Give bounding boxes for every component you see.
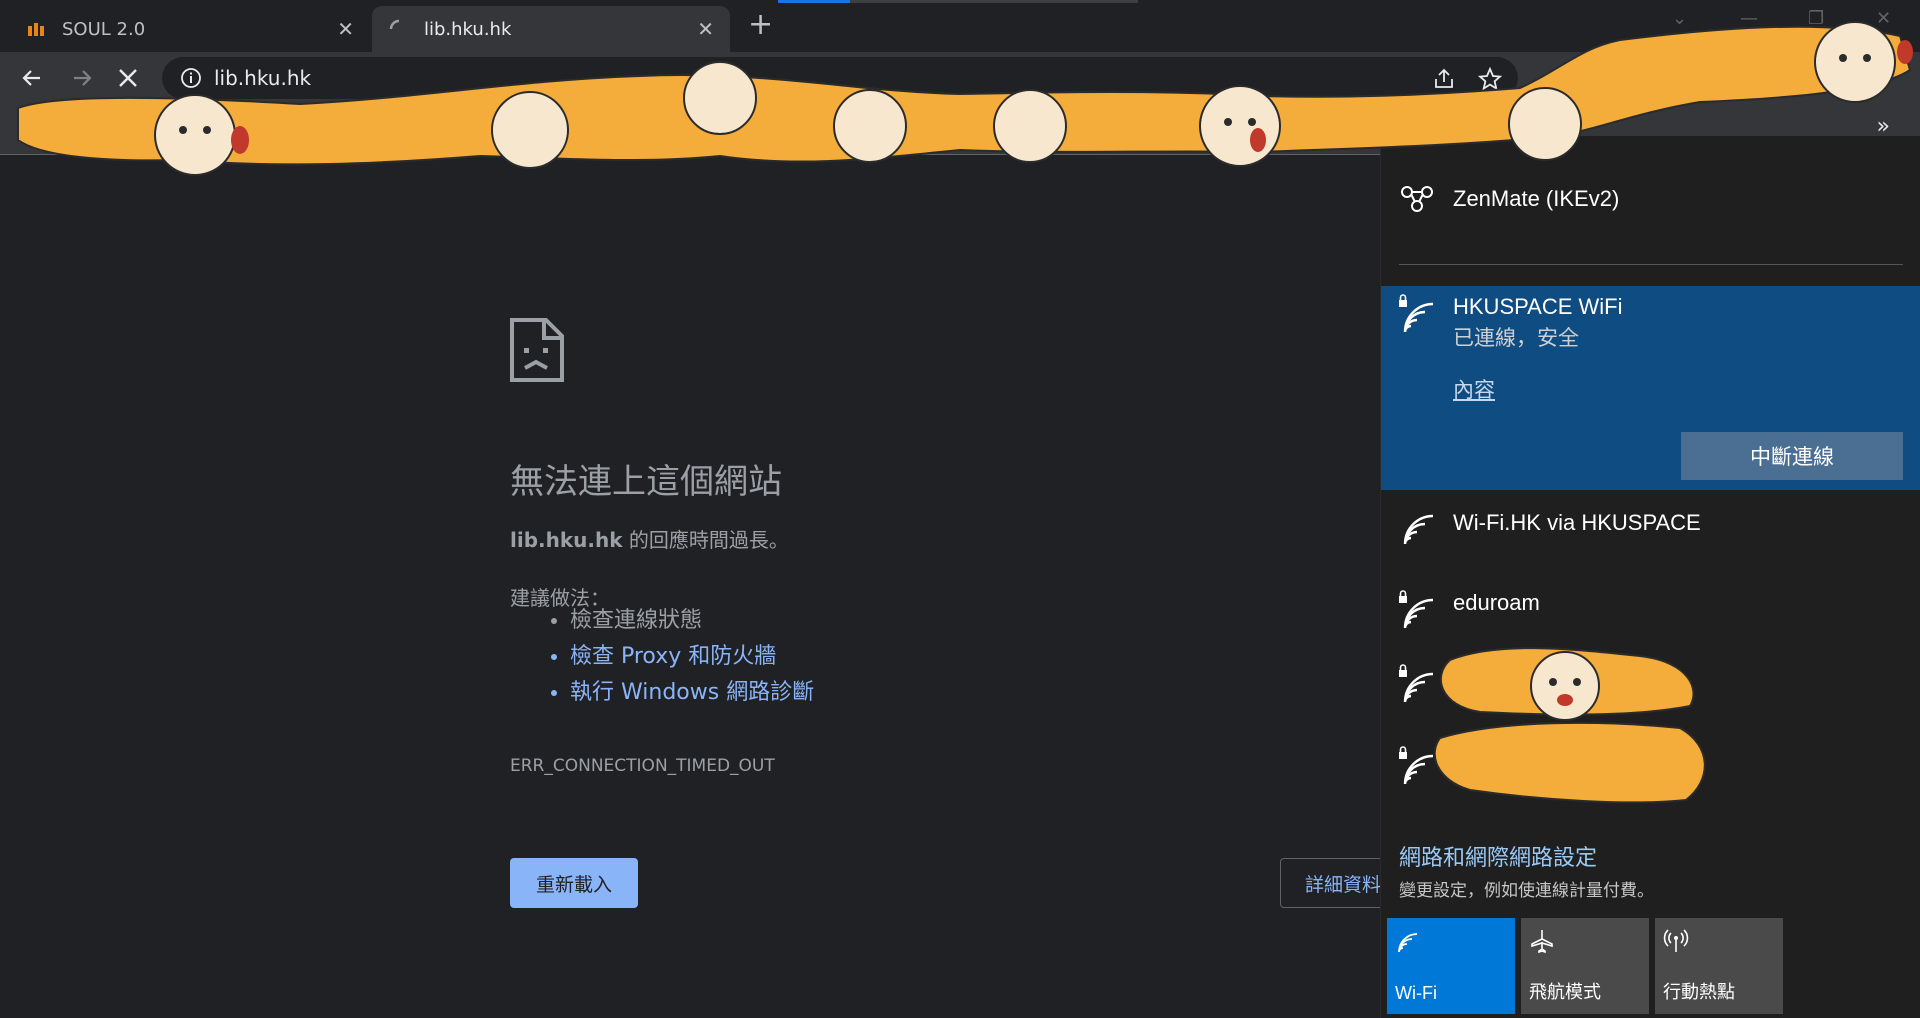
quick-action-wifi[interactable]: Wi-Fi — [1387, 918, 1515, 1014]
sad-document-icon — [510, 318, 564, 382]
restore-icon[interactable]: ❐ — [1808, 8, 1824, 29]
suggestions-list: 檢查連線狀態 檢查 Proxy 和防火牆 執行 Windows 網路診斷 — [510, 606, 814, 714]
tab-search-icon[interactable]: ⌄ — [1672, 8, 1687, 29]
wifi-network-item[interactable] — [1381, 742, 1920, 802]
network-name: eduroam — [1453, 590, 1540, 615]
reload-button[interactable]: 重新載入 — [510, 858, 638, 908]
tab-strip: SOUL 2.0 ✕ lib.hku.hk ✕ + ⌄ — ❐ ✕ — [0, 0, 1920, 52]
close-window-icon[interactable]: ✕ — [1876, 8, 1891, 29]
suggestion-run-diagnostics-link[interactable]: 執行 Windows 網路診斷 — [570, 678, 814, 708]
quick-action-label: 飛航模式 — [1529, 982, 1601, 1002]
page-load-progress — [778, 0, 1138, 3]
vpn-name: ZenMate (IKEv2) — [1453, 186, 1620, 211]
disconnect-button[interactable]: 中斷連線 — [1681, 432, 1903, 480]
back-arrow-icon — [22, 70, 40, 86]
suggestion-check-connection: 檢查連線狀態 — [570, 606, 814, 636]
wifi-icon — [1403, 514, 1434, 545]
stop-loading-button[interactable] — [112, 62, 144, 94]
airplane-icon — [1531, 930, 1553, 954]
bookmark-star-icon[interactable] — [1478, 67, 1502, 91]
tab-close-icon[interactable]: ✕ — [337, 17, 354, 41]
network-flyout: ZenMate (IKEv2) HKUSPACE WiFi 已連線，安全 內容 … — [1380, 136, 1920, 1018]
vpn-icon — [1401, 186, 1433, 212]
soul-favicon-icon — [26, 19, 50, 39]
connected-status: 已連線，安全 — [1453, 327, 1579, 350]
progress-fill — [778, 0, 850, 3]
secured-wifi-icon — [1399, 664, 1434, 703]
quick-action-hotspot[interactable]: 行動熱點 — [1655, 918, 1783, 1014]
vpn-item[interactable]: ZenMate (IKEv2) — [1381, 180, 1920, 240]
wifi-network-item[interactable] — [1381, 660, 1920, 720]
tab-title: lib.hku.hk — [424, 18, 512, 40]
properties-link[interactable]: 內容 — [1453, 374, 1495, 404]
secured-wifi-icon — [1399, 590, 1434, 629]
connected-network-item[interactable]: HKUSPACE WiFi 已連線，安全 內容 中斷連線 — [1381, 286, 1920, 490]
connected-network-name: HKUSPACE WiFi — [1453, 294, 1623, 319]
secured-wifi-icon — [1399, 294, 1434, 333]
network-name: Wi-Fi.HK via HKUSPACE — [1453, 510, 1701, 535]
flyout-divider — [1399, 264, 1903, 265]
loading-spinner-icon — [388, 19, 412, 39]
back-button[interactable] — [16, 62, 48, 94]
wifi-network-item[interactable]: Wi-Fi.HK via HKUSPACE — [1381, 506, 1920, 566]
share-icon[interactable] — [1432, 67, 1456, 91]
error-code: ERR_CONNECTION_TIMED_OUT — [510, 756, 775, 776]
error-host: lib.hku.hk — [510, 528, 623, 552]
url-text[interactable]: lib.hku.hk — [214, 66, 311, 90]
minimize-icon[interactable]: — — [1740, 8, 1758, 29]
quick-action-label: Wi-Fi — [1395, 983, 1437, 1003]
quick-action-label: 行動熱點 — [1663, 982, 1735, 1002]
stop-x-icon — [119, 69, 137, 87]
forward-arrow-icon — [74, 70, 92, 86]
quick-action-airplane[interactable]: 飛航模式 — [1521, 918, 1649, 1014]
error-heading: 無法連上這個網站 — [510, 462, 782, 502]
address-bar[interactable]: lib.hku.hk — [162, 57, 1518, 99]
error-message-text: 的回應時間過長。 — [622, 528, 789, 552]
network-settings-link[interactable]: 網路和網際網路設定 — [1399, 840, 1597, 872]
hotspot-icon — [1663, 929, 1689, 952]
suggestion-check-proxy-link[interactable]: 檢查 Proxy 和防火牆 — [570, 642, 814, 672]
forward-button[interactable] — [66, 62, 98, 94]
error-message: lib.hku.hk 的回應時間過長。 — [510, 524, 789, 553]
site-info-icon[interactable] — [180, 67, 202, 89]
tab-soul[interactable]: SOUL 2.0 ✕ — [10, 6, 370, 52]
wifi-icon — [1398, 933, 1418, 953]
tab-close-icon[interactable]: ✕ — [697, 17, 714, 41]
toolbar: lib.hku.hk — [0, 52, 1920, 104]
secured-wifi-icon — [1399, 746, 1434, 785]
new-tab-button[interactable]: + — [748, 10, 773, 40]
tab-title: SOUL 2.0 — [62, 18, 146, 40]
tab-lib-hku[interactable]: lib.hku.hk ✕ — [372, 6, 730, 52]
network-settings-desc: 變更設定，例如使連線計量付費。 — [1399, 881, 1654, 900]
wifi-network-item[interactable]: eduroam — [1381, 582, 1920, 642]
